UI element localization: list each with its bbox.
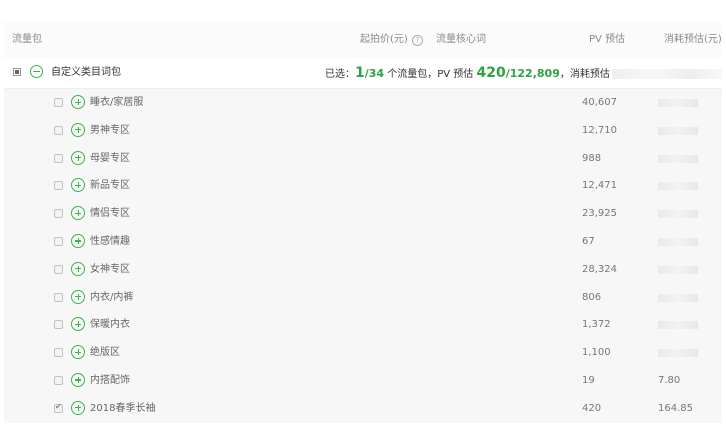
cost-estimate <box>658 126 698 135</box>
package-name: 绝版区 <box>90 347 120 359</box>
expand-plus-icon[interactable] <box>71 95 85 109</box>
row-checkbox[interactable] <box>54 209 63 219</box>
pv-estimate: 23,925 <box>582 208 617 220</box>
cost-estimate <box>658 293 698 302</box>
row-checkbox[interactable] <box>54 402 63 413</box>
pv-estimate: 67 <box>582 235 595 247</box>
row-checkbox[interactable] <box>54 98 63 107</box>
package-name: 内搭配饰 <box>90 374 130 386</box>
expand-plus-icon[interactable] <box>71 261 85 276</box>
cost-estimate <box>658 210 698 219</box>
header-package: 流量包 <box>12 34 42 45</box>
table-row: 绝版区 1,100 <box>4 339 722 367</box>
package-list: 睡衣/家居服 40,607 男神专区 12,710 母婴专区 988 新品专区 12,471 情… <box>4 89 722 423</box>
row-checkbox[interactable] <box>54 375 63 385</box>
pv-estimate: 988 <box>582 152 602 164</box>
table-row: 保暖内衣 1,372 <box>4 311 722 339</box>
table-row: 新品专区 12,471 <box>4 172 722 200</box>
pv-estimate: 12,710 <box>582 124 617 136</box>
table-row: 男神专区 12,710 <box>4 117 722 145</box>
table-row: 母婴专区 988 <box>4 145 722 173</box>
group-checkbox[interactable] <box>13 68 21 76</box>
blurred-cost-value <box>611 69 722 79</box>
row-checkbox[interactable] <box>54 320 63 330</box>
expand-plus-icon[interactable] <box>71 122 85 137</box>
expand-plus-icon[interactable] <box>71 206 85 221</box>
row-checkbox[interactable] <box>54 125 63 135</box>
pv-estimate: 420 <box>582 402 602 414</box>
expand-plus-icon[interactable] <box>71 150 85 165</box>
cost-prefix: ，消耗预估 <box>559 69 610 80</box>
pv-estimate: 28,324 <box>582 263 617 275</box>
package-name: 母婴专区 <box>90 152 130 164</box>
package-name: 性感情趣 <box>90 235 130 247</box>
traffic-package-table: 流量包 起拍价(元)? 流量核心词 PV 预估 消耗预估(元) 自定义类目词包 … <box>4 22 722 423</box>
table-row: 睡衣/家居服 40,607 <box>4 89 722 117</box>
traffic-package-page: 流量包 起拍价(元)? 流量核心词 PV 预估 消耗预估(元) 自定义类目词包 … <box>0 0 726 435</box>
pv-estimate: 12,471 <box>582 180 617 192</box>
group-selection-summary: 已选：1/34 个流量包，PV 预估 420/122,809，消耗预估 <box>325 58 722 90</box>
table-row: 内搭配饰 19 7.80 <box>4 367 722 395</box>
pv-selected: 420 <box>476 65 506 81</box>
cost-estimate <box>658 321 698 330</box>
table-row: 性感情趣 67 <box>4 228 722 256</box>
expand-plus-icon[interactable] <box>71 345 85 360</box>
package-name: 情侣专区 <box>90 208 130 220</box>
header-pv-estimate: PV 预估 <box>589 34 626 45</box>
package-name: 女神专区 <box>90 263 130 275</box>
cost-estimate <box>658 154 698 163</box>
pv-estimate: 1,372 <box>582 319 611 331</box>
cost-estimate: 7.80 <box>658 374 681 386</box>
cost-estimate: 164.85 <box>658 402 693 414</box>
pv-estimate: 806 <box>582 291 602 303</box>
package-name: 内衣/内裤 <box>90 291 134 303</box>
expand-plus-icon[interactable] <box>71 372 85 387</box>
question-circle-icon[interactable]: ? <box>411 35 423 46</box>
header-start-bid: 起拍价(元)? <box>360 22 423 58</box>
package-name: 新品专区 <box>90 180 130 192</box>
expand-plus-icon[interactable] <box>71 317 85 332</box>
row-checkbox[interactable] <box>54 181 63 191</box>
row-checkbox[interactable] <box>54 153 63 163</box>
cost-estimate <box>658 349 698 358</box>
package-name: 睡衣/家居服 <box>90 97 144 108</box>
selected-count: 1 <box>355 65 365 81</box>
package-name: 2018春季长袖 <box>90 402 156 414</box>
package-name: 保暖内衣 <box>90 319 130 331</box>
expand-plus-icon[interactable] <box>71 289 85 304</box>
group-row: 自定义类目词包 已选：1/34 个流量包，PV 预估 420/122,809，消… <box>4 58 722 89</box>
selected-suffix: 个流量包，PV 预估 <box>384 69 477 80</box>
header-start-bid-label: 起拍价(元) <box>360 34 408 45</box>
header-core-keyword: 流量核心词 <box>436 34 486 45</box>
pv-estimate: 19 <box>582 374 595 386</box>
table-row: 内衣/内裤 806 <box>4 284 722 312</box>
collapse-icon[interactable] <box>30 65 43 78</box>
pv-total: /122,809 <box>505 67 560 80</box>
row-checkbox[interactable] <box>54 264 63 274</box>
cost-estimate <box>658 182 698 191</box>
expand-plus-icon[interactable] <box>71 400 85 415</box>
row-checkbox[interactable] <box>54 292 63 302</box>
pv-estimate: 1,100 <box>582 347 611 359</box>
expand-plus-icon[interactable] <box>71 178 85 193</box>
selected-prefix: 已选： <box>325 69 355 80</box>
table-row: 女神专区 28,324 <box>4 256 722 284</box>
expand-plus-icon[interactable] <box>71 233 85 248</box>
table-row: 2018春季长袖 420 164.85 <box>4 395 722 423</box>
table-header: 流量包 起拍价(元)? 流量核心词 PV 预估 消耗预估(元) <box>4 22 722 58</box>
row-checkbox[interactable] <box>54 348 63 358</box>
row-checkbox[interactable] <box>54 236 63 246</box>
pv-estimate: 40,607 <box>582 97 617 108</box>
table-row: 情侣专区 23,925 <box>4 200 722 228</box>
package-name: 男神专区 <box>90 124 130 136</box>
cost-estimate <box>658 99 698 107</box>
header-cost-estimate: 消耗预估(元) <box>664 34 722 45</box>
cost-estimate <box>658 237 698 246</box>
cost-estimate <box>658 265 698 274</box>
selected-total: /34 <box>364 67 385 80</box>
group-name: 自定义类目词包 <box>51 67 121 78</box>
